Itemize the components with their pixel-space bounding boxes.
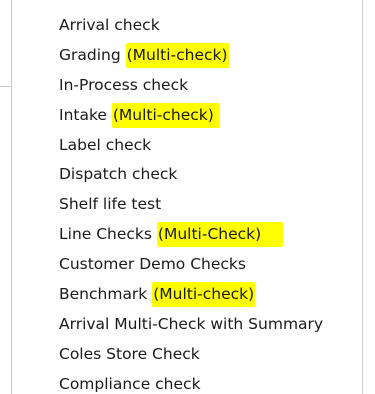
menu-item-arrival-multi-check-summary[interactable]: Arrival Multi-Check with Summary (12, 310, 362, 340)
highlight-note: (Multi-check) (152, 282, 256, 308)
menu-item-shelf-life-test[interactable]: Shelf life test (12, 190, 362, 220)
menu-item-label: Dispatch check (59, 165, 178, 184)
menu-item-line-checks[interactable]: Line Checks (Multi-Check) (12, 220, 362, 250)
menu-item-label: Coles Store Check (59, 344, 200, 363)
menu-item-label: Label check (59, 135, 152, 154)
menu-item-label: Arrival check (59, 16, 160, 34)
menu-item-label: Intake (59, 105, 112, 124)
menu-item-label-check[interactable]: Label check (12, 131, 362, 161)
menu-item-benchmark[interactable]: Benchmark (Multi-check) (12, 280, 362, 310)
menu-item-label: Arrival Multi-Check with Summary (59, 314, 324, 333)
menu-item-label: Compliance check (59, 374, 201, 393)
highlight-note: (Multi-check) (125, 42, 229, 68)
menu-item-customer-demo-checks[interactable]: Customer Demo Checks (12, 250, 362, 280)
menu-item-label: Customer Demo Checks (59, 255, 246, 274)
menu-item-label: Benchmark (59, 285, 153, 304)
menu-item-coles-store-check[interactable]: Coles Store Check (12, 340, 362, 370)
highlight-note: (Multi-check) (111, 102, 220, 128)
highlight-note: (Multi-Check) (156, 222, 284, 248)
menu-item-label: Shelf life test (59, 195, 162, 214)
screenshot-frame: Arrival check Grading (Multi-check) In-P… (0, 0, 375, 394)
left-edge (0, 0, 11, 394)
menu-item-label: Grading (59, 45, 126, 64)
menu-list: Arrival check Grading (Multi-check) In-P… (12, 11, 362, 394)
menu-item-in-process-check[interactable]: In-Process check (12, 71, 362, 101)
dropdown-menu: Arrival check Grading (Multi-check) In-P… (11, 0, 363, 394)
menu-item-dispatch-check[interactable]: Dispatch check (12, 160, 362, 190)
menu-item-label: In-Process check (59, 75, 189, 94)
menu-item-intake[interactable]: Intake (Multi-check) (12, 101, 362, 131)
divider (0, 86, 11, 87)
menu-item-grading[interactable]: Grading (Multi-check) (12, 41, 362, 71)
menu-item-compliance-check[interactable]: Compliance check (12, 370, 362, 394)
menu-item-arrival-check[interactable]: Arrival check (12, 11, 362, 41)
menu-item-label: Line Checks (59, 225, 157, 244)
